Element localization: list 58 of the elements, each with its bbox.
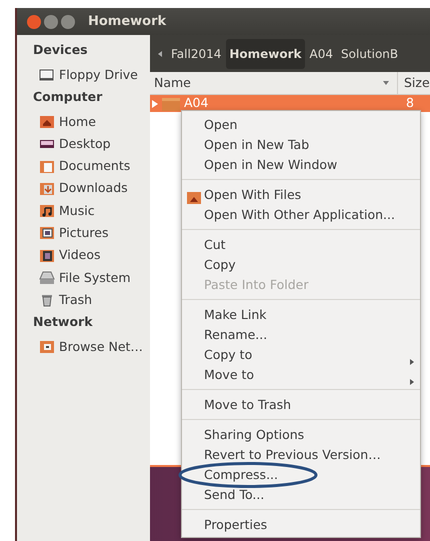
sidebar-item[interactable]: Home (17, 110, 150, 134)
minimize-icon[interactable] (44, 14, 58, 28)
menu-item[interactable]: Move to Trash (182, 395, 420, 415)
sidebar-item[interactable]: Music (17, 200, 150, 222)
sidebar-item[interactable]: Downloads (17, 178, 150, 200)
music-folder-icon (39, 203, 55, 220)
back-arrow-icon (158, 50, 162, 56)
disk-icon (39, 270, 55, 286)
home-folder-icon (39, 114, 55, 130)
menu-item[interactable]: Sharing Options (182, 425, 420, 445)
sort-arrow-icon (383, 81, 389, 85)
menu-item[interactable]: Open With Other Application... (182, 205, 420, 225)
sidebar-item[interactable]: Floppy Drive (17, 64, 150, 86)
downloads-folder-icon (39, 180, 55, 197)
menu-item[interactable]: Open (182, 115, 420, 135)
menu-item[interactable]: Copy (182, 255, 420, 275)
trash-icon (39, 292, 55, 308)
breadcrumb-button[interactable]: A04 (306, 38, 336, 68)
submenu-arrow-icon (410, 358, 414, 365)
menu-item[interactable]: Cut (182, 235, 420, 255)
menu-item[interactable]: Send To... (182, 485, 420, 505)
pictures-folder-icon (39, 225, 55, 242)
sidebar-item[interactable]: Trash (17, 289, 150, 312)
menu-item[interactable]: Revert to Previous Version… (182, 445, 420, 465)
sidebar-heading: Network (32, 313, 94, 332)
folder-icon (161, 96, 181, 112)
expander-icon (152, 100, 158, 108)
maximize-icon[interactable] (61, 14, 75, 28)
menu-item[interactable]: Open With Files (182, 185, 420, 205)
menu-item[interactable]: Open in New Window (182, 155, 420, 175)
menu-item[interactable]: Compress... (182, 465, 420, 485)
videos-folder-icon (39, 248, 55, 264)
menu-item[interactable]: Rename... (182, 325, 420, 345)
column-header[interactable]: Name (150, 72, 398, 94)
sidebar-item[interactable]: Pictures (17, 222, 150, 245)
sidebar-item[interactable]: Videos (17, 244, 150, 267)
window-title: Homework (88, 12, 166, 31)
sidebar-heading: Devices (32, 41, 89, 59)
breadcrumb-button[interactable]: Homework (226, 38, 305, 68)
drive-icon (39, 66, 55, 83)
sidebar-heading: Computer (32, 88, 104, 106)
sidebar-item[interactable]: Documents (17, 155, 150, 178)
menu-item[interactable]: Move to (182, 365, 420, 385)
network-folder-icon (39, 339, 55, 356)
close-icon[interactable] (27, 14, 41, 28)
breadcrumb-button[interactable]: SolutionB (338, 38, 402, 68)
documents-folder-icon (39, 158, 55, 175)
sidebar-item[interactable]: Browse Net… (17, 336, 150, 359)
menu-item[interactable]: Copy to (182, 345, 420, 365)
submenu-arrow-icon (410, 378, 414, 385)
column-header[interactable]: Size (398, 72, 430, 94)
breadcrumb-button[interactable]: Fall2014 (168, 38, 224, 68)
menu-item[interactable]: Make Link (182, 305, 420, 325)
menu-item[interactable]: Open in New Tab (182, 135, 420, 155)
menu-item[interactable]: Properties (182, 515, 420, 535)
sidebar-item[interactable]: Desktop (17, 133, 150, 156)
folder-icon (187, 190, 201, 205)
sidebar-item[interactable]: File System (17, 266, 150, 290)
